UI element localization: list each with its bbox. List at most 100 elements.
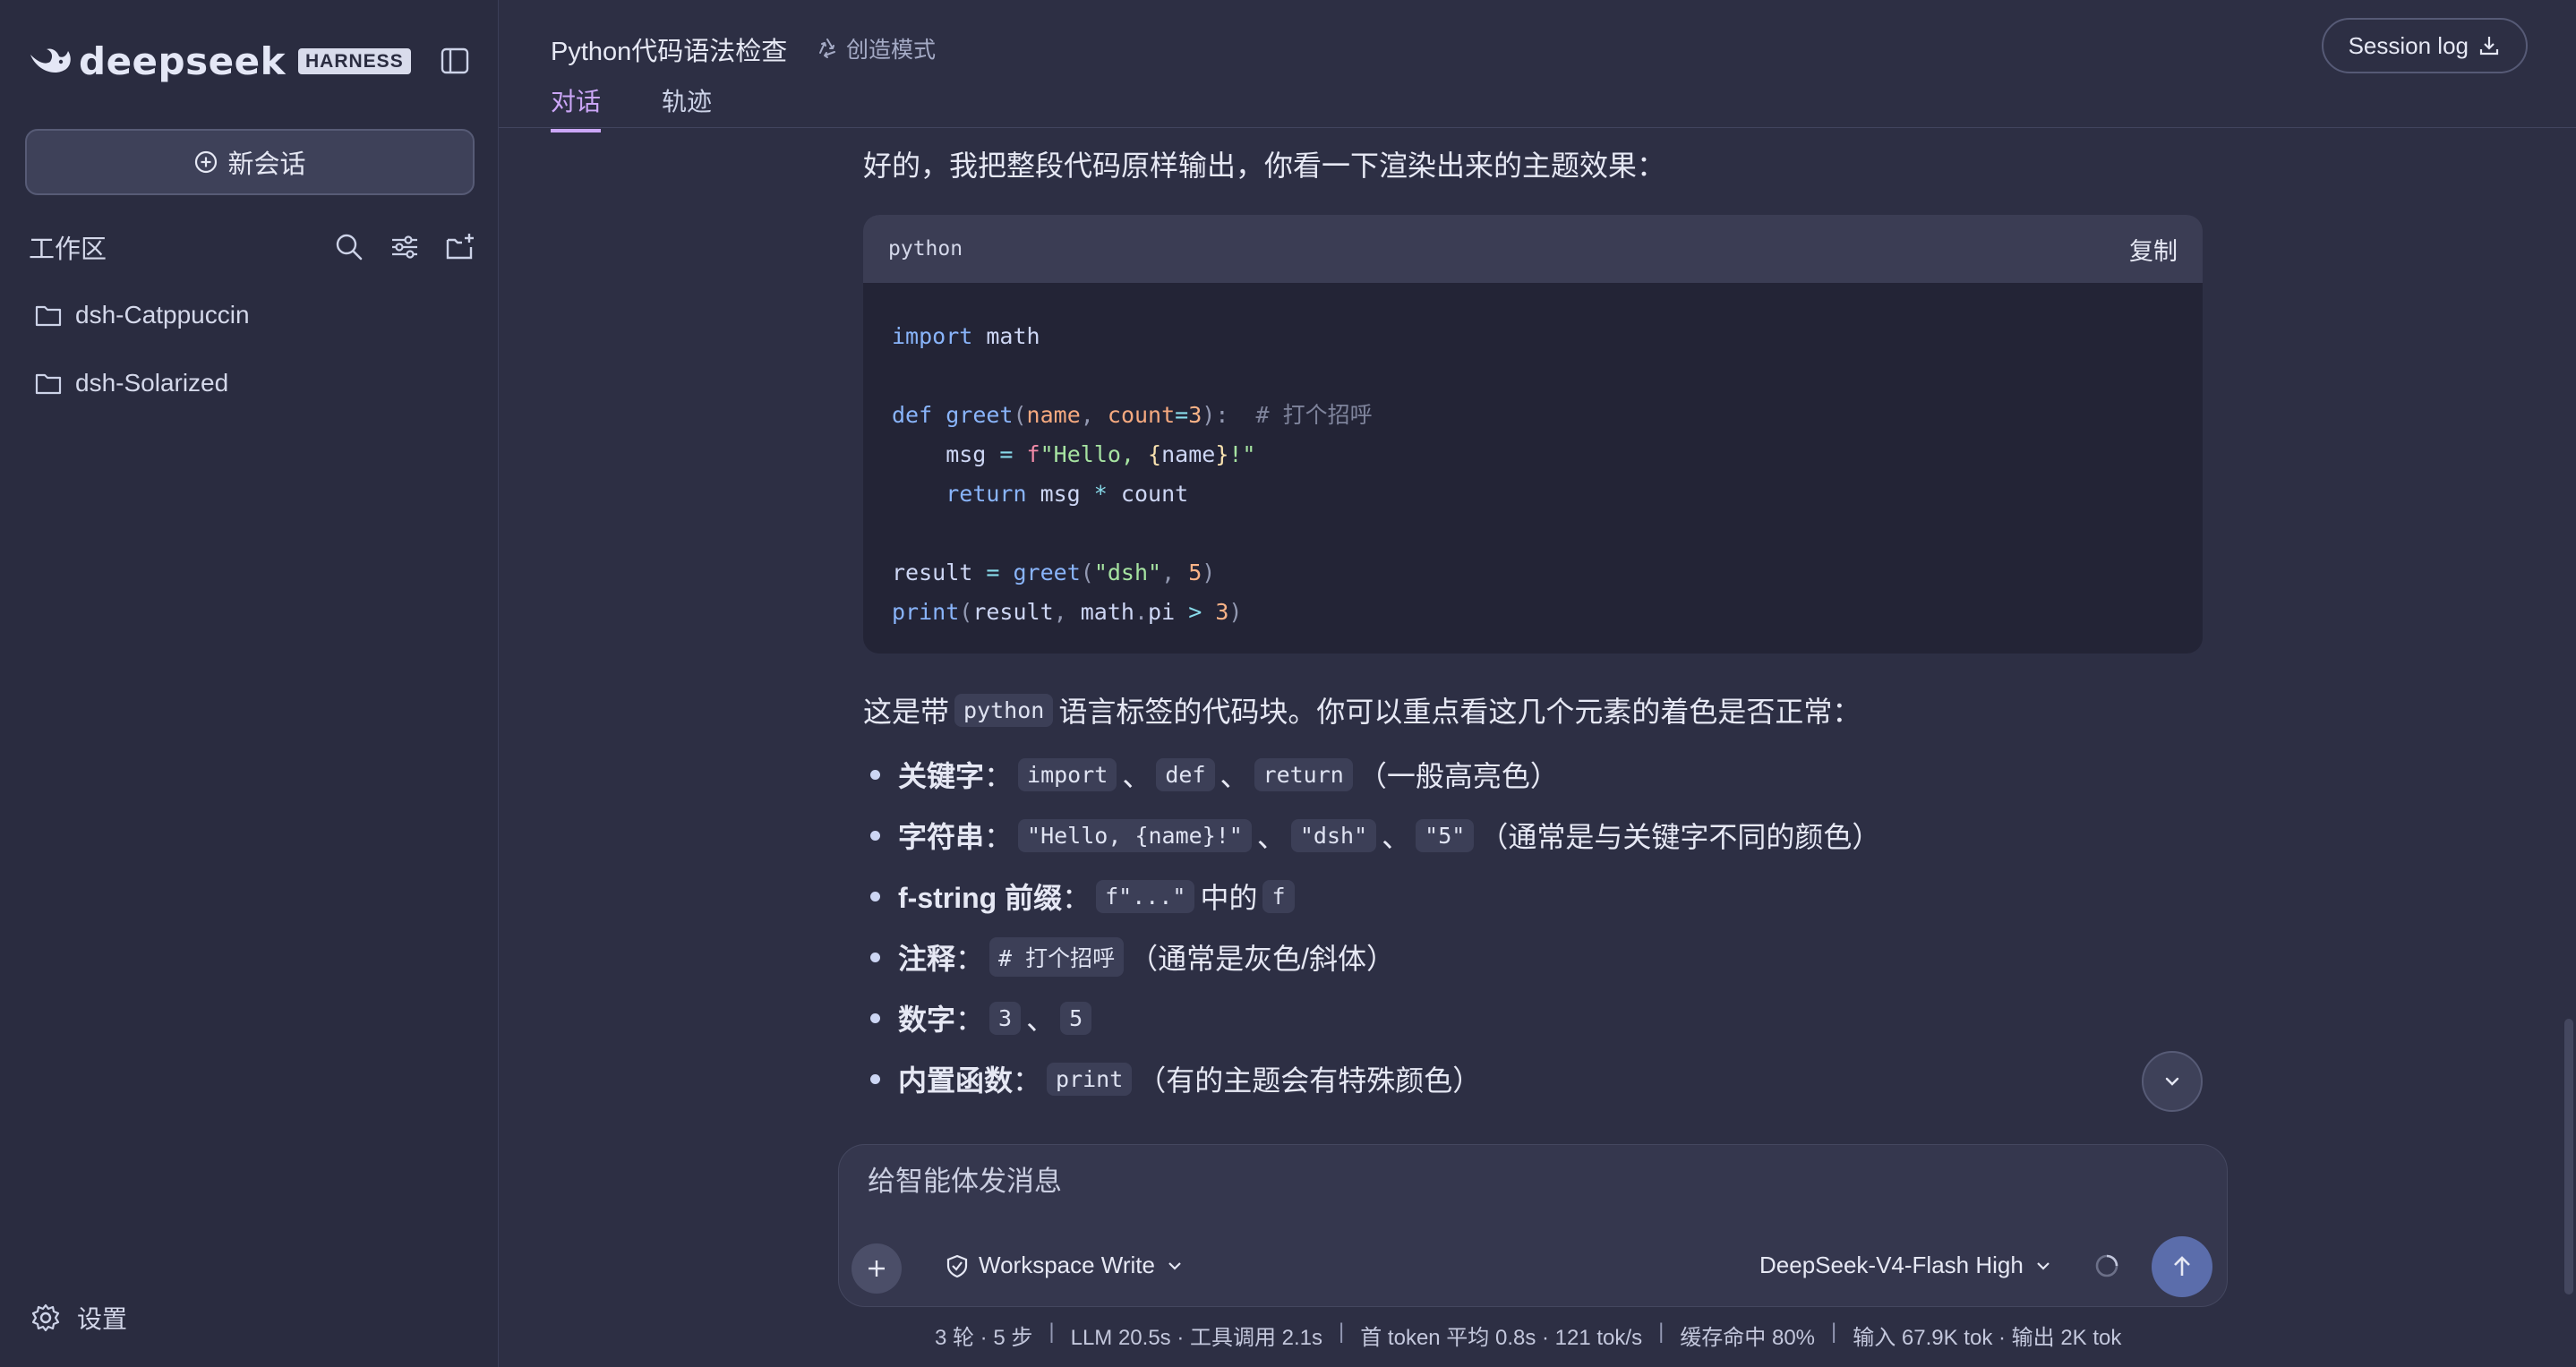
inline-code: # 打个招呼 (989, 937, 1125, 977)
bullet-label: 字符串 (898, 821, 985, 853)
code-block-header: python 复制 (863, 215, 2203, 283)
code-line: msg = f"Hello, {name}!" (892, 441, 1256, 467)
model-select[interactable]: DeepSeek-V4-Flash High (1759, 1252, 2054, 1279)
bullet-separator: 、 (1026, 1004, 1056, 1036)
status-item: 3 轮 · 5 步 (935, 1326, 1033, 1350)
workspace-item-dsh-catppuccin[interactable]: dsh-Catppuccin (34, 301, 250, 329)
bullet-label: 关键字 (898, 760, 985, 792)
workspace-header: 工作区 (29, 229, 476, 265)
plus-circle-icon (195, 150, 218, 174)
bullet-colon: ： (984, 760, 1014, 792)
shield-check-icon (946, 1254, 968, 1277)
desc-before: 这是带 (863, 696, 950, 728)
download-icon (2479, 37, 2499, 56)
bullet-colon: ： (955, 1004, 985, 1036)
folder-icon (35, 373, 62, 395)
bullet-label: 数字 (898, 1004, 956, 1036)
workspace-item-label: dsh-Catppuccin (75, 301, 250, 329)
copy-code-button[interactable]: 复制 (2129, 232, 2178, 267)
folder-icon (35, 305, 62, 327)
inline-code: python (954, 693, 1054, 727)
recycle-icon (819, 38, 835, 58)
desc-after: 语言标签的代码块。你可以重点看这几个元素的着色是否正常： (1058, 696, 1861, 728)
send-button[interactable] (2152, 1236, 2212, 1297)
bullet-item: f-string 前缀： f"..." 中的 f (870, 876, 1300, 917)
inline-code: def (1156, 757, 1215, 791)
status-item: LLM 20.5s · 工具调用 2.1s (1070, 1326, 1323, 1350)
scroll-to-bottom-button[interactable] (2142, 1051, 2203, 1112)
inline-code: f"..." (1096, 879, 1195, 913)
workspace-mode-label: Workspace Write (979, 1252, 1155, 1278)
inline-code: 5 (1060, 1001, 1092, 1035)
status-separator: | (1048, 1320, 1055, 1344)
settings-label: 设置 (77, 1305, 128, 1333)
conversation-header: Python代码语法检查 创造模式 对话 轨迹 Session log (499, 0, 2576, 132)
code-block: python 复制 import math def greet(name, co… (863, 215, 2203, 654)
code-line: print(result, math.pi > 3) (892, 599, 1243, 625)
new-chat-label: 新会话 (227, 150, 306, 179)
bullet-separator: 、 (1382, 821, 1411, 853)
status-item: 缓存命中 80% (1680, 1326, 1816, 1350)
bullet-label: 内置函数 (898, 1064, 1014, 1097)
code-line: import math (892, 323, 1040, 349)
bullet-dot (870, 830, 880, 841)
assistant-description: 这是带 python 语言标签的代码块。你可以重点看这几个元素的着色是否正常： (863, 689, 1861, 730)
arrow-up-icon (2174, 1256, 2190, 1276)
code-line: result = greet("dsh", 5) (892, 560, 1216, 585)
plus-icon (869, 1260, 885, 1277)
new-folder-icon[interactable] (444, 231, 476, 263)
bullet-dot (870, 952, 880, 962)
status-item: 首 token 平均 0.8s · 121 tok/s (1360, 1326, 1643, 1350)
inline-code: 3 (989, 1001, 1022, 1035)
scrollbar-thumb[interactable] (2564, 1019, 2573, 1294)
assistant-intro-text: 好的，我把整段代码原样输出，你看一下渲染出来的主题效果： (863, 150, 1666, 182)
inline-code: "Hello, {name}!" (1018, 818, 1252, 852)
bullet-note: （通常是与关键字不同的颜色） (1479, 821, 1881, 853)
inline-code: return (1254, 757, 1353, 791)
status-separator: | (1658, 1320, 1665, 1344)
bullet-dot (870, 891, 880, 901)
tab-trace[interactable]: 轨迹 (662, 82, 712, 129)
inline-code: "dsh" (1290, 818, 1377, 852)
tab-conversation[interactable]: 对话 (551, 82, 602, 132)
code-language-label: python (888, 237, 963, 261)
session-log-label: Session log (2348, 31, 2469, 59)
bullet-item: 字符串： "Hello, {name}!"、 "dsh"、 "5" （通常是与关键字不同… (870, 815, 1880, 856)
attach-button[interactable] (852, 1243, 902, 1294)
mode-label: 创造模式 (846, 38, 937, 63)
bullet-note: （有的主题会有特殊颜色） (1137, 1064, 1482, 1097)
bullet-item: 数字： 3、 5 (870, 997, 1097, 1038)
gear-icon (31, 1303, 60, 1332)
bullet-item: 注释： # 打个招呼 （通常是灰色/斜体） (870, 936, 1395, 978)
brand-badge: HARNESS (298, 48, 411, 74)
filter-sliders-icon[interactable] (389, 231, 421, 263)
message-composer: Workspace Write DeepSeek-V4-Flash High (838, 1144, 2228, 1307)
sidebar-toggle-icon[interactable] (439, 45, 471, 77)
bullet-colon: ： (1013, 1064, 1042, 1097)
bullet-item: 内置函数： print （有的主题会有特殊颜色） (870, 1058, 1481, 1099)
model-label: DeepSeek-V4-Flash High (1759, 1252, 2024, 1278)
search-icon[interactable] (333, 231, 365, 263)
message-input[interactable] (866, 1165, 2123, 1199)
workspace-mode-select[interactable]: Workspace Write (945, 1252, 1185, 1279)
bullet-colon: ： (955, 943, 985, 975)
bullet-note: （一般高亮色） (1357, 760, 1559, 792)
code-content: import math def greet(name, count=3): # … (863, 283, 2203, 632)
settings-button[interactable]: 设置 (30, 1300, 127, 1336)
workspace-item-dsh-solarized[interactable]: dsh-Solarized (34, 369, 228, 397)
sidebar: deepseek HARNESS 新会话 工作区 dsh-Catppuccin … (0, 0, 499, 1367)
session-log-button[interactable]: Session log (2321, 18, 2528, 73)
workspace-title: 工作区 (29, 235, 107, 264)
bullet-colon: ： (984, 821, 1014, 853)
bullet-item: 关键字： import、 def、 return （一般高亮色） (870, 754, 1559, 795)
status-item: 输入 67.9K tok · 输出 2K tok (1853, 1326, 2122, 1350)
new-chat-button[interactable]: 新会话 (25, 129, 475, 195)
bullet-label: 注释 (898, 943, 956, 975)
bullet-separator: 、 (1256, 821, 1286, 853)
status-separator: | (1831, 1320, 1837, 1344)
code-line: return msg * count (946, 481, 1189, 507)
chevron-down-icon (1168, 1261, 1181, 1270)
bullet-label: f-string 前缀 (898, 882, 1063, 914)
bullet-dot (870, 1073, 880, 1084)
